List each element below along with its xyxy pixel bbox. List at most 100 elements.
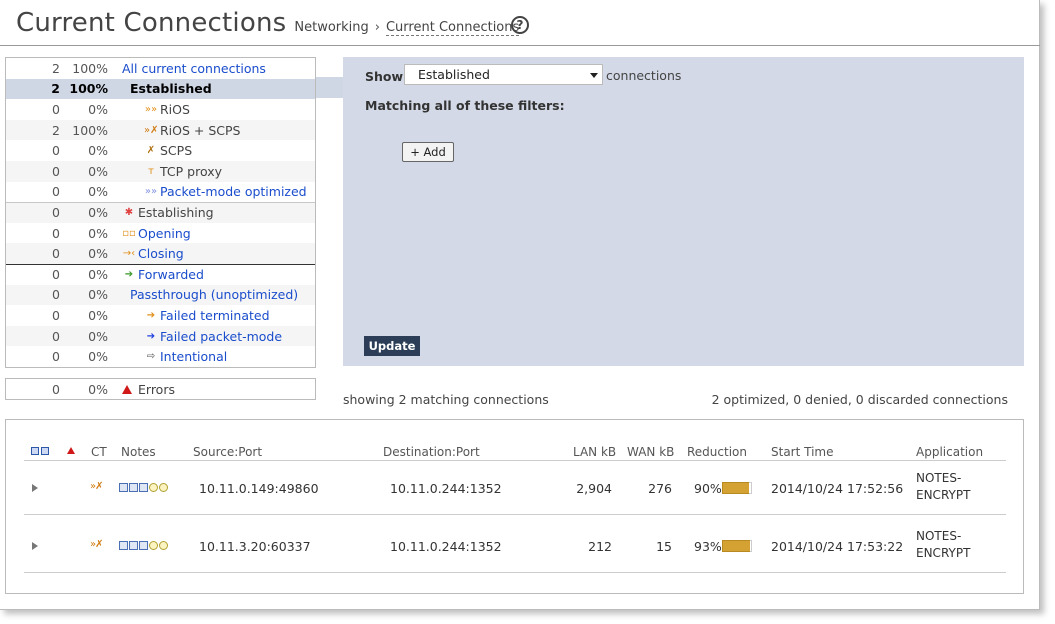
filter-panel: Show Established connections Matching al… (343, 57, 1024, 366)
column-select-icon-2[interactable] (41, 447, 49, 455)
stats-percent: 100% (72, 60, 108, 76)
stats-row[interactable]: 0 0% ✗ SCPS (6, 140, 315, 161)
stats-label[interactable]: Passthrough (unoptimized) (130, 287, 298, 302)
connection-stats-table: 2 100% All current connections 2 100% Establi… (5, 57, 316, 368)
stats-count: 0 (52, 225, 60, 241)
notes-icons (119, 541, 168, 550)
stats-label[interactable]: All current connections (122, 61, 266, 76)
error-column-icon (67, 447, 75, 454)
col-header-source[interactable]: Source:Port (193, 445, 262, 459)
col-header-reduction[interactable]: Reduction (687, 445, 747, 459)
stats-percent: 0% (88, 349, 108, 365)
add-filter-button[interactable]: + Add (402, 142, 454, 162)
col-header-notes[interactable]: Notes (121, 445, 156, 459)
stats-count: 2 (52, 122, 60, 138)
breadcrumb-networking[interactable]: Networking (294, 20, 368, 35)
stats-percent: 0% (88, 246, 108, 262)
connection-type-icon: ➔ (146, 309, 156, 321)
header-divider (0, 45, 1040, 46)
stats-count: 0 (52, 307, 60, 323)
stats-percent: 100% (72, 122, 108, 138)
stats-row[interactable]: 0 0% ⇨ Intentional (6, 346, 315, 367)
connection-type-select[interactable]: Established (404, 64, 603, 85)
stats-row[interactable]: 0 0% ✱ Establishing (6, 202, 315, 223)
stats-count: 0 (52, 143, 60, 159)
errors-text: Errors (138, 381, 175, 397)
stats-count: 0 (52, 205, 60, 221)
stats-label: SCPS (160, 143, 193, 159)
column-select-icon[interactable] (31, 447, 39, 455)
stats-label-group: т TCP proxy (144, 164, 222, 179)
errors-row[interactable]: 0 0% Errors (5, 378, 316, 400)
stats-label[interactable]: Opening (138, 226, 191, 241)
stats-label: RiOS + SCPS (160, 122, 241, 138)
stats-row[interactable]: 0 0% »» RiOS (6, 99, 315, 120)
stats-label: Established (130, 81, 212, 97)
stats-label[interactable]: Packet-mode optimized (160, 184, 307, 199)
connection-type-icon: »✗ (144, 124, 159, 136)
stats-row[interactable]: 0 0% Passthrough (unoptimized) (6, 284, 315, 306)
stats-label-group: »» RiOS (144, 102, 190, 117)
stats-count: 0 (52, 287, 60, 303)
breadcrumb-current[interactable]: Current Connections (385, 20, 520, 36)
rios-scps-icon: »✗ (90, 481, 103, 492)
show-label: Show (365, 69, 404, 84)
stats-row[interactable]: 0 0% ▫▫ Opening (6, 223, 315, 244)
stats-label[interactable]: Intentional (160, 349, 227, 364)
stats-row[interactable]: 2 100% »✗ RiOS + SCPS (6, 119, 315, 141)
col-header-destination[interactable]: Destination:Port (383, 445, 480, 459)
col-header-start-time[interactable]: Start Time (771, 445, 834, 459)
stats-label-group: ✗ SCPS (144, 143, 192, 158)
application-line2: ENCRYPT (916, 546, 971, 560)
stats-row[interactable]: 0 0% ➔ Failed packet-mode (6, 325, 315, 347)
stats-row[interactable]: 0 0% →‹ Closing (6, 243, 315, 264)
source-port: 10.11.3.20:60337 (199, 539, 311, 554)
errors-label: Errors (122, 382, 175, 397)
stats-count: 0 (52, 163, 60, 179)
stats-label-group: →‹ Closing (122, 246, 184, 261)
matching-filters-label: Matching all of these filters: (365, 98, 565, 113)
stats-row[interactable]: 2 100% All current connections (6, 58, 315, 79)
stats-label[interactable]: Closing (138, 246, 184, 261)
start-time: 2014/10/24 17:53:22 (771, 539, 904, 554)
stats-percent: 0% (88, 101, 108, 117)
expand-row-icon[interactable] (32, 542, 38, 550)
col-header-lan[interactable]: LAN kB (573, 445, 616, 459)
col-header-application[interactable]: Application (916, 445, 983, 459)
stats-row[interactable]: 0 0% »» Packet-mode optimized (6, 182, 315, 203)
expand-row-icon[interactable] (32, 484, 38, 492)
stats-row[interactable]: 0 0% ➔ Failed terminated (6, 305, 315, 326)
note-icon (119, 483, 128, 492)
wan-kb: 15 (656, 539, 672, 554)
col-header-wan[interactable]: WAN kB (627, 445, 674, 459)
connection-type-icon: »» (144, 186, 158, 198)
stats-row[interactable]: 0 0% ➔ Forwarded (6, 263, 315, 285)
note-icon (149, 541, 158, 550)
connection-type-icon: →‹ (122, 248, 136, 260)
page-header: Current Connections Networking › Current… (16, 8, 520, 44)
stats-label-group: »» Packet-mode optimized (144, 184, 307, 199)
stats-percent: 0% (88, 267, 108, 283)
connection-type-icon: ➔ (124, 269, 134, 281)
stats-label-group: Established (130, 81, 212, 96)
help-icon[interactable]: ? (511, 16, 529, 34)
stats-row[interactable]: 2 100% Established (6, 78, 315, 100)
stats-label-group: ⇨ Intentional (144, 349, 227, 364)
stats-percent: 0% (88, 163, 108, 179)
lan-kb: 2,904 (576, 481, 612, 496)
connection-type-value: Established (418, 67, 490, 82)
col-header-ct[interactable]: CT (91, 445, 107, 459)
stats-percent: 0% (88, 307, 108, 323)
stats-count: 0 (52, 349, 60, 365)
stats-label[interactable]: Forwarded (138, 267, 204, 282)
application-line1: NOTES- (916, 471, 962, 485)
note-icon (159, 483, 168, 492)
stats-label[interactable]: Failed packet-mode (160, 329, 282, 344)
stats-percent: 0% (88, 184, 108, 200)
stats-label[interactable]: Failed terminated (160, 308, 270, 323)
app-frame: Current Connections Networking › Current… (0, 0, 1040, 610)
stats-percent: 0% (88, 225, 108, 241)
stats-label-group: ▫▫ Opening (122, 226, 191, 241)
update-button[interactable]: Update (364, 336, 420, 356)
stats-row[interactable]: 0 0% т TCP proxy (6, 160, 315, 182)
